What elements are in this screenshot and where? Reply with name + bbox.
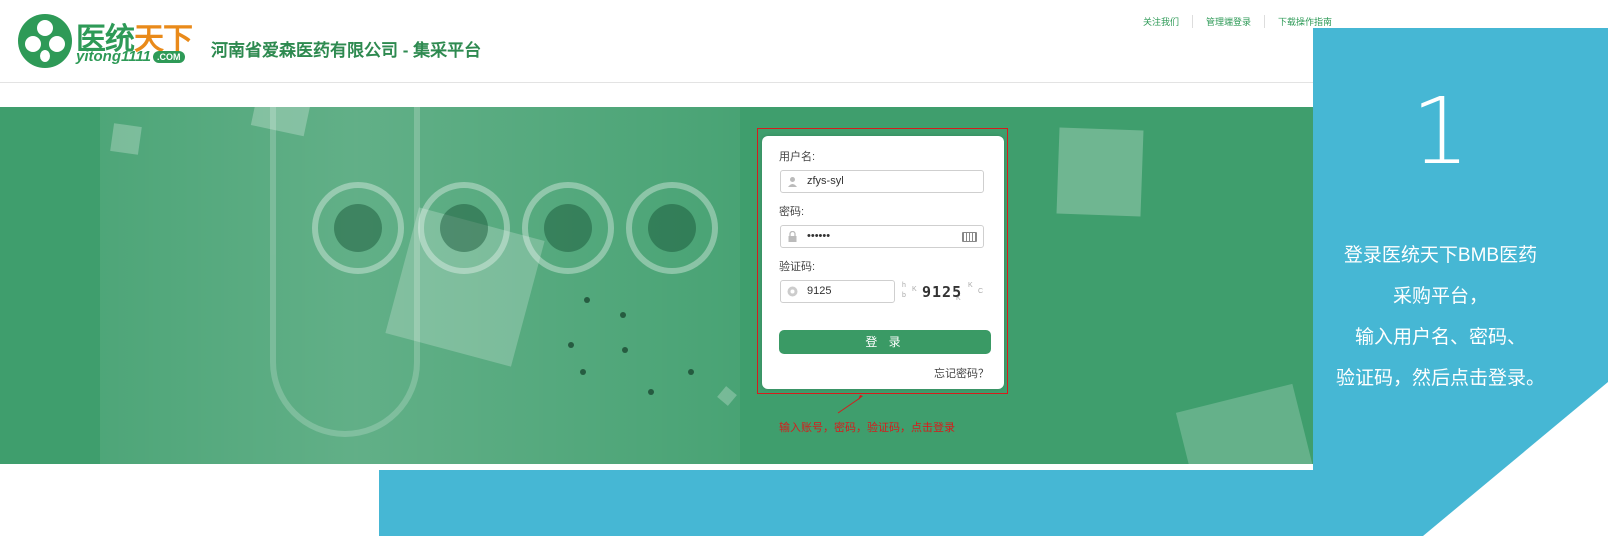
logo-clover-icon — [18, 14, 72, 68]
download-guide-link[interactable]: 下载操作指南 — [1264, 15, 1345, 28]
captcha-label: 验证码: — [779, 261, 816, 273]
lock-icon — [788, 231, 797, 242]
password-field[interactable]: •••••• — [780, 225, 984, 248]
login-button[interactable]: 登 录 — [779, 330, 991, 354]
annotation-arrow-icon — [837, 395, 863, 414]
medical-cross-icon — [312, 182, 404, 274]
step-number: 1 — [1411, 78, 1470, 185]
step-instructions: 登录医统天下BMB医药 采购平台， 输入用户名、密码、 验证码，然后点击登录。 — [1313, 235, 1568, 399]
shield-icon — [787, 286, 798, 297]
site-logo[interactable]: 医统天下 yitong1111 .COM — [18, 12, 200, 70]
world-map-icon — [626, 182, 718, 274]
company-title: 河南省爱森医药有限公司 - 集采平台 — [211, 41, 482, 60]
step-line: 登录医统天下BMB医药 — [1343, 245, 1538, 266]
username-field[interactable]: zfys-syl — [780, 170, 984, 193]
admin-login-link[interactable]: 管理端登录 — [1192, 15, 1264, 28]
pill-icon — [418, 182, 510, 274]
keyboard-icon[interactable] — [962, 232, 977, 242]
top-links: 关注我们 管理端登录 下载操作指南 — [1130, 15, 1345, 28]
forgot-password-link[interactable]: 忘记密码？ — [934, 365, 989, 381]
logo-domain: yitong1111 .COM — [76, 48, 185, 65]
password-label: 密码: — [779, 206, 805, 218]
hero-banner — [0, 107, 1313, 464]
step-line: 验证码，然后点击登录。 — [1335, 368, 1545, 389]
doctors-icon — [522, 182, 614, 274]
captcha-field[interactable]: 9125 — [780, 280, 895, 303]
blue-footer-band — [379, 470, 1319, 536]
captcha-code: 9125 — [922, 283, 963, 301]
password-value: •••••• — [807, 230, 831, 242]
username-value: zfys-syl — [807, 175, 844, 187]
username-label: 用户名: — [779, 151, 816, 163]
annotation-note: 输入账号，密码，验证码，点击登录 — [779, 422, 955, 434]
user-icon — [788, 177, 797, 187]
step-line: 输入用户名、密码、 — [1354, 327, 1526, 348]
follow-us-link[interactable]: 关注我们 — [1130, 15, 1192, 28]
captcha-value: 9125 — [807, 285, 832, 297]
step-line: 采购平台， — [1392, 286, 1488, 307]
captcha-image[interactable]: h b K K C K 9125 — [898, 280, 986, 304]
